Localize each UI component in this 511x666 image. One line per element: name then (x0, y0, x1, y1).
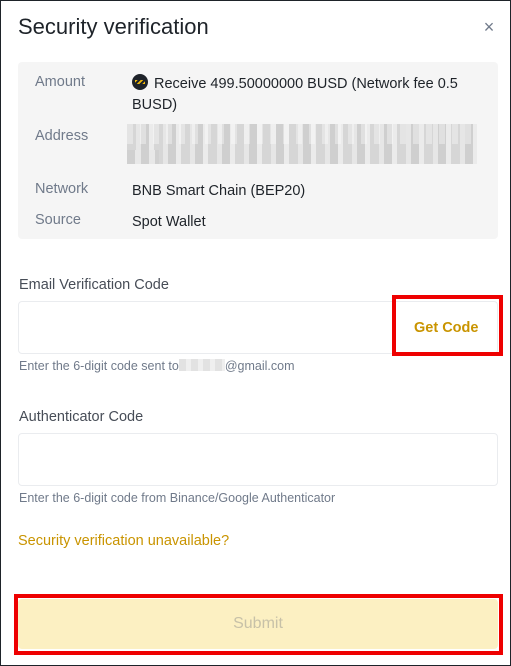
email-code-label: Email Verification Code (19, 277, 169, 293)
submit-button[interactable]: Submit (18, 599, 498, 649)
close-icon[interactable]: × (479, 17, 499, 37)
amount-label: Amount (35, 74, 85, 90)
network-label: Network (35, 181, 89, 197)
email-code-hint: Enter the 6-digit code sent to @gmail.com (19, 359, 294, 373)
address-value-redacted-tail (127, 150, 159, 164)
email-hint-prefix: Enter the 6-digit code sent to (19, 359, 179, 373)
address-value-redacted (127, 124, 477, 164)
source-value: Spot Wallet (132, 214, 206, 230)
security-verification-dialog: Security verification × Amount Receive 4… (0, 0, 511, 666)
busd-coin-icon (132, 74, 148, 90)
source-label: Source (35, 212, 81, 228)
authenticator-code-hint: Enter the 6-digit code from Binance/Goog… (19, 491, 336, 505)
address-label: Address (35, 128, 89, 144)
security-verification-unavailable-link[interactable]: Security verification unavailable? (18, 533, 229, 549)
network-value: BNB Smart Chain (BEP20) (132, 183, 306, 199)
authenticator-code-label: Authenticator Code (19, 409, 144, 425)
dialog-title: Security verification (18, 14, 209, 39)
email-hint-suffix: @gmail.com (224, 359, 295, 373)
withdrawal-summary: Amount Receive 499.50000000 BUSD (Networ… (18, 62, 498, 239)
get-code-button[interactable]: Get Code (414, 320, 478, 336)
amount-value-container: Receive 499.50000000 BUSD (Network fee 0… (132, 74, 482, 116)
amount-value: Receive 499.50000000 BUSD (Network fee 0… (132, 76, 458, 113)
email-address-redacted (178, 359, 225, 371)
authenticator-code-input[interactable] (18, 433, 498, 486)
